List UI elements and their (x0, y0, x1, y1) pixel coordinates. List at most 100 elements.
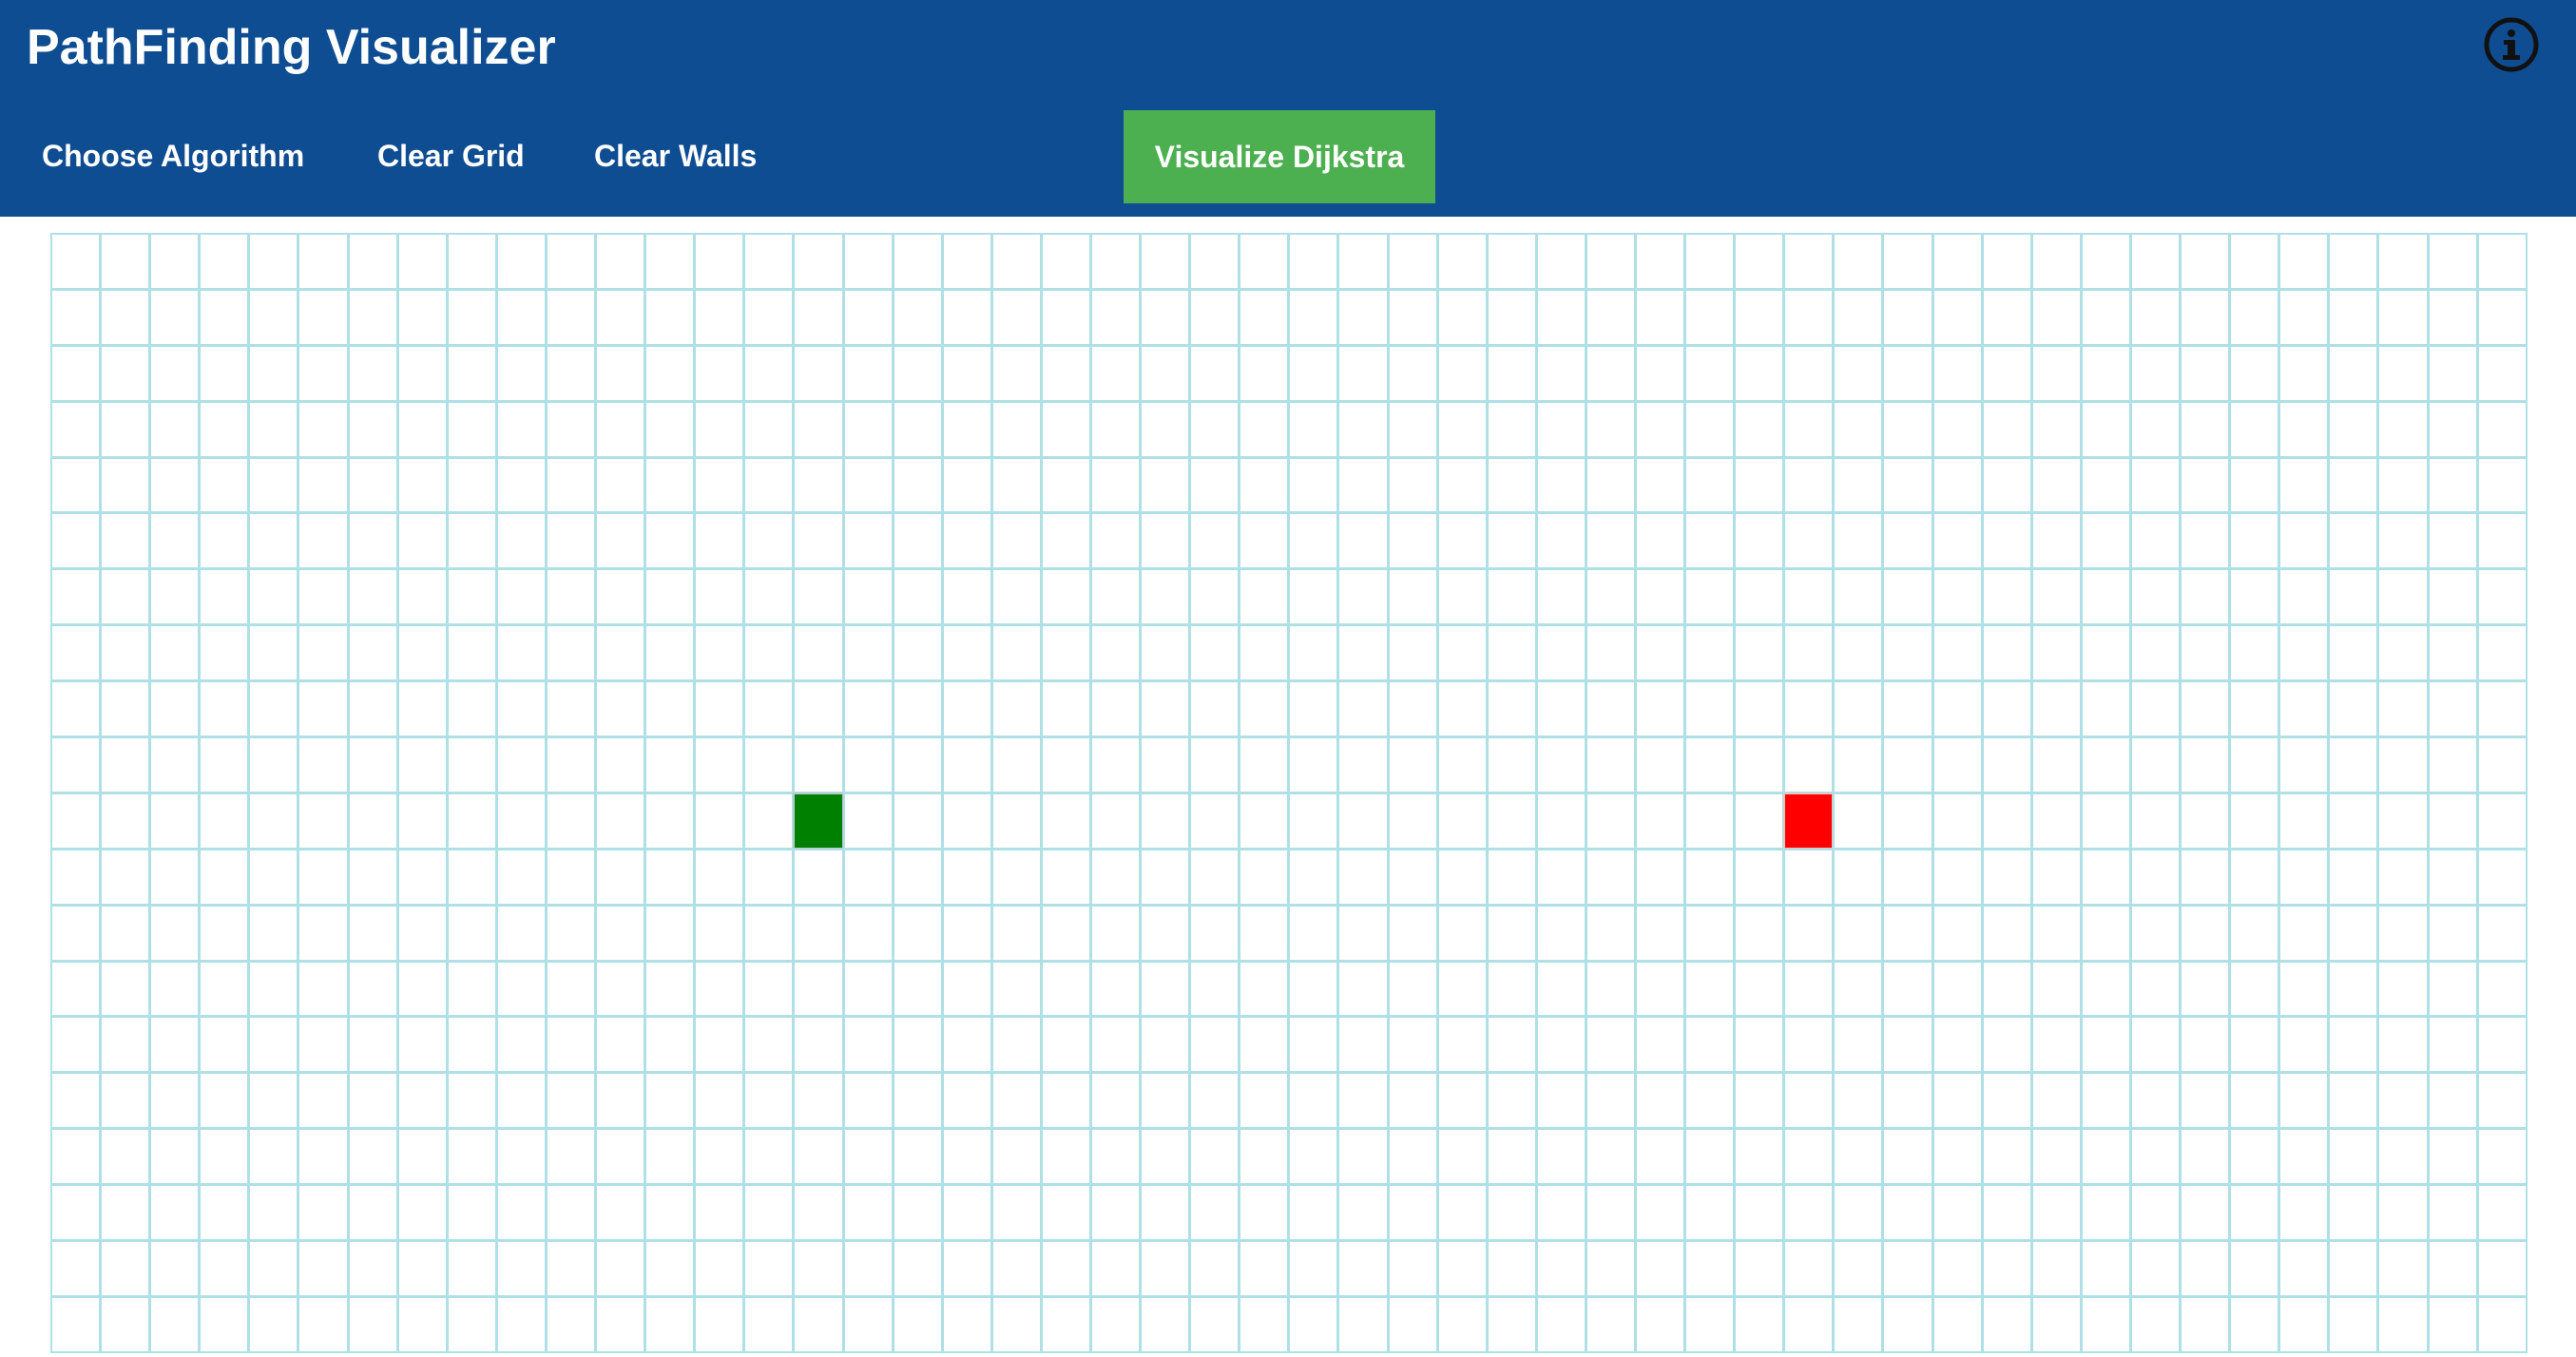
grid-cell[interactable] (1387, 1072, 1438, 1130)
grid-cell[interactable] (100, 400, 151, 458)
grid-cell[interactable] (1833, 344, 1884, 402)
grid-cell[interactable] (595, 400, 646, 458)
grid-cell[interactable] (100, 680, 151, 738)
grid-cell[interactable] (1535, 736, 1586, 793)
grid-cell[interactable] (2278, 344, 2330, 402)
grid-cell[interactable] (595, 456, 646, 514)
grid-cell[interactable] (1783, 1128, 1835, 1186)
grid-cell[interactable] (2476, 344, 2528, 402)
grid-cell[interactable] (2328, 960, 2379, 1018)
grid-cell[interactable] (1783, 680, 1835, 738)
grid-cell[interactable] (1932, 288, 1983, 346)
grid-cell[interactable] (595, 680, 646, 738)
grid-cell[interactable] (1189, 960, 1240, 1018)
grid-cell[interactable] (2080, 512, 2131, 570)
grid-cell[interactable] (1486, 1240, 1537, 1297)
grid-cell[interactable] (1089, 792, 1142, 850)
grid-cell[interactable] (446, 1295, 497, 1353)
grid-cell[interactable] (2180, 624, 2231, 682)
grid-cell[interactable] (1585, 1072, 1636, 1130)
grid-cell[interactable] (2377, 288, 2429, 346)
grid-cell[interactable] (2476, 904, 2528, 962)
grid-cell[interactable] (100, 344, 151, 402)
grid-cell[interactable] (2180, 1295, 2231, 1353)
grid-cell[interactable] (545, 456, 597, 514)
grid-cell[interactable] (248, 1240, 299, 1297)
grid-cell[interactable] (2030, 1240, 2082, 1297)
grid-cell[interactable] (1585, 736, 1636, 793)
grid-cell[interactable] (396, 960, 448, 1018)
grid-cell[interactable] (100, 792, 151, 850)
grid-cell[interactable] (1387, 1295, 1438, 1353)
grid-cell[interactable] (2129, 792, 2182, 850)
grid-cell[interactable] (1436, 400, 1488, 458)
grid-cell[interactable] (1140, 792, 1191, 850)
grid-cell[interactable] (2476, 1072, 2528, 1130)
grid-cell[interactable] (100, 1072, 151, 1130)
grid-cell[interactable] (149, 568, 201, 626)
grid-cell[interactable] (1833, 1240, 1884, 1297)
grid-cell[interactable] (199, 680, 250, 738)
grid-cell[interactable] (1239, 456, 1290, 514)
grid-cell[interactable] (545, 792, 597, 850)
grid-cell[interactable] (2180, 1128, 2231, 1186)
grid-cell[interactable] (793, 960, 844, 1018)
grid-cell[interactable] (545, 904, 597, 962)
grid-cell[interactable] (1635, 288, 1686, 346)
grid-cell[interactable] (1288, 1295, 1339, 1353)
grid-cell[interactable] (495, 400, 547, 458)
grid-cell[interactable] (1040, 848, 1091, 906)
grid-cell[interactable] (1635, 233, 1686, 290)
grid-cell[interactable] (1684, 288, 1736, 346)
grid-cell[interactable] (1239, 624, 1290, 682)
grid-cell[interactable] (1932, 1072, 1983, 1130)
grid-cell[interactable] (1189, 1240, 1240, 1297)
grid-cell[interactable] (1239, 736, 1290, 793)
grid-cell[interactable] (1585, 233, 1636, 290)
grid-cell[interactable] (2080, 344, 2131, 402)
grid-cell[interactable] (1932, 1016, 1983, 1074)
grid-cell[interactable] (1833, 624, 1884, 682)
grid-cell[interactable] (1684, 344, 1736, 402)
grid-cell[interactable] (2427, 904, 2478, 962)
grid-cell[interactable] (1387, 288, 1438, 346)
grid-cell[interactable] (941, 344, 992, 402)
grid-cell[interactable] (1239, 568, 1290, 626)
grid-cell[interactable] (2229, 344, 2280, 402)
grid-cell[interactable] (2229, 792, 2280, 850)
grid-cell[interactable] (1783, 512, 1835, 570)
grid-cell[interactable] (2030, 1184, 2082, 1242)
grid-cell[interactable] (595, 904, 646, 962)
grid-cell[interactable] (1833, 1184, 1884, 1242)
grid-cell[interactable] (743, 568, 795, 626)
grid-cell[interactable] (1089, 624, 1142, 682)
grid-cell[interactable] (1089, 736, 1142, 793)
grid-cell[interactable] (2229, 848, 2280, 906)
grid-cell[interactable] (1585, 960, 1636, 1018)
grid-cell[interactable] (1932, 848, 1983, 906)
grid-cell[interactable] (199, 904, 250, 962)
grid-cell[interactable] (793, 904, 844, 962)
grid-cell[interactable] (149, 736, 201, 793)
grid-cell[interactable] (347, 1128, 398, 1186)
grid-cell[interactable] (1436, 960, 1488, 1018)
grid-cell[interactable] (1288, 400, 1339, 458)
grid-cell[interactable] (1436, 848, 1488, 906)
grid-cell[interactable] (149, 1128, 201, 1186)
grid-cell[interactable] (1040, 680, 1091, 738)
grid-cell[interactable] (793, 848, 844, 906)
grid-cell[interactable] (2030, 680, 2082, 738)
grid-cell[interactable] (1585, 1295, 1636, 1353)
grid-cell[interactable] (1486, 512, 1537, 570)
grid-cell[interactable] (1882, 960, 1933, 1018)
grid-cell[interactable] (941, 904, 992, 962)
grid-cell[interactable] (1684, 233, 1736, 290)
grid-cell[interactable] (842, 344, 894, 402)
grid-cell[interactable] (2229, 1184, 2280, 1242)
grid-cell[interactable] (1882, 904, 1933, 962)
grid-cell[interactable] (1239, 1016, 1290, 1074)
grid-cell[interactable] (1387, 1016, 1438, 1074)
grid-cell[interactable] (1734, 1128, 1785, 1186)
grid-cell[interactable] (1932, 624, 1983, 682)
grid-cell[interactable] (1981, 344, 2032, 402)
